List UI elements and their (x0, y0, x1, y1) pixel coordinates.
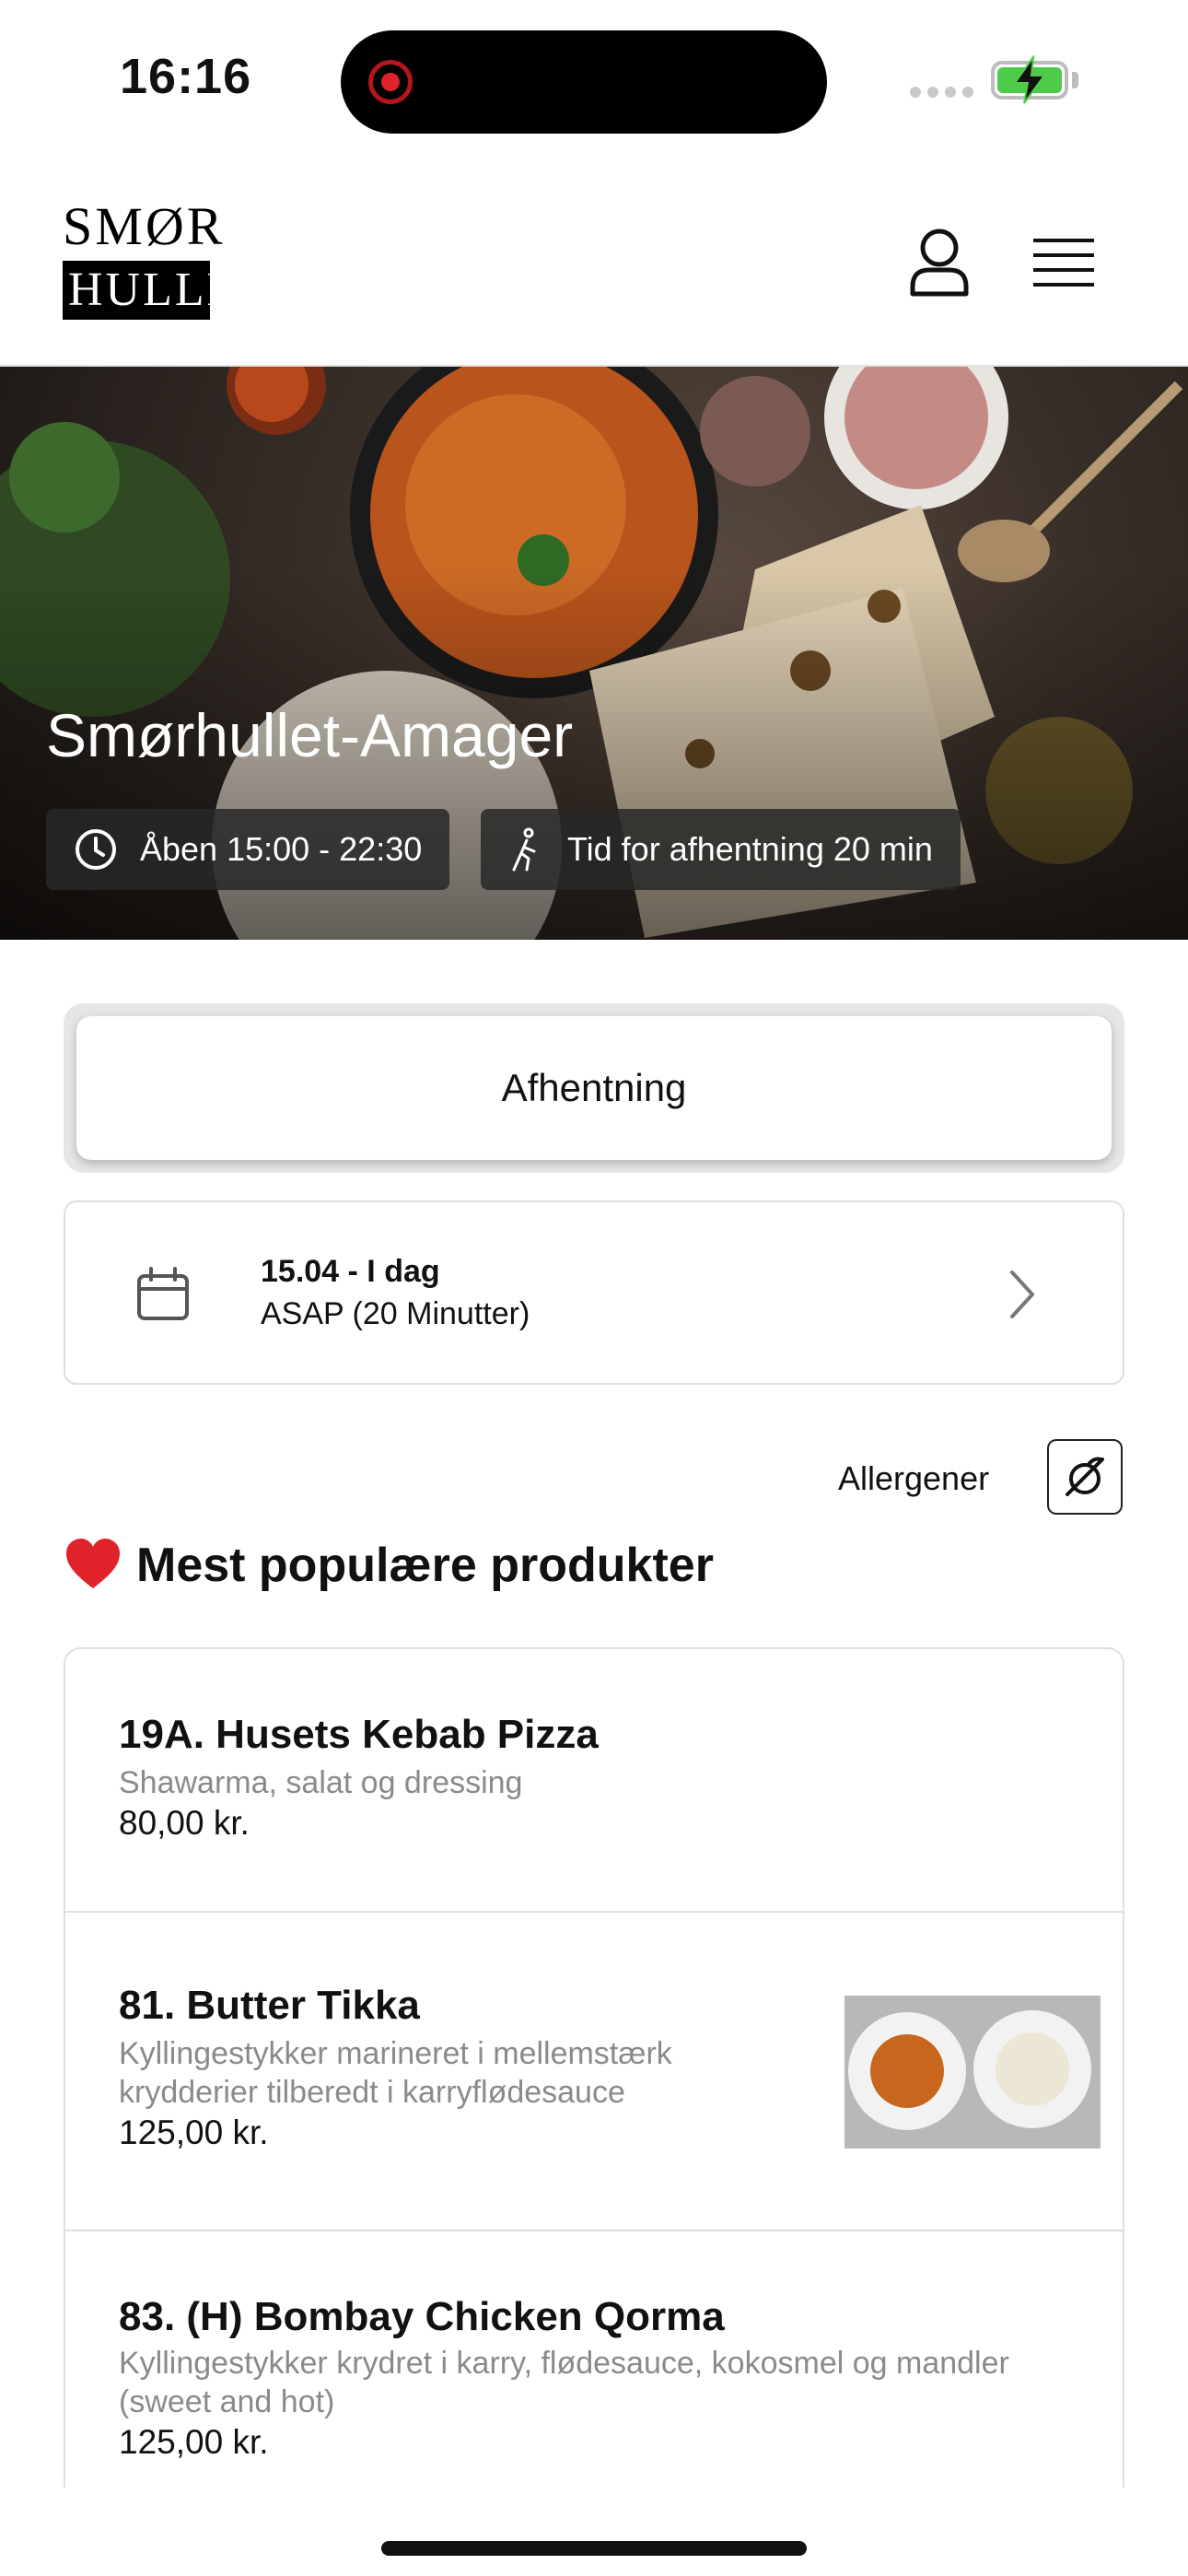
hero-banner: Smørhullet-Amager Åben 15:00 - 22:30 Tid… (0, 367, 1188, 940)
charging-bolt-icon (1013, 55, 1046, 104)
restaurant-name: Smørhullet-Amager (46, 701, 574, 769)
home-indicator[interactable] (381, 2541, 807, 2556)
allergen-icon (1066, 1457, 1104, 1496)
battery-cap (1072, 72, 1078, 88)
calendar-icon (137, 1267, 189, 1320)
product-image (844, 1996, 1101, 2149)
walking-person-icon (512, 827, 536, 872)
popular-section-title: Mest populære produkter (136, 1539, 714, 1592)
signal-icon (910, 87, 973, 98)
dynamic-island (341, 30, 827, 134)
heart-icon (66, 1539, 120, 1588)
screen-recording-icon (368, 60, 413, 104)
pickup-time-chip: Tid for afhentning 20 min (481, 809, 961, 890)
pickup-time-text: Tid for afhentning 20 min (567, 830, 933, 868)
status-bar: 16:16 (0, 0, 1188, 161)
logo-bottom-text: HULLET (63, 261, 268, 320)
schedule-selector[interactable]: 15.04 - I dag ASAP (20 Minutter) (64, 1200, 1124, 1385)
product-name: 19A. Husets Kebab Pizza (119, 1712, 599, 1757)
restaurant-logo[interactable]: SMØR HULLET (63, 196, 268, 320)
clock-icon (76, 829, 116, 870)
chevron-right-icon (1010, 1270, 1034, 1318)
opening-hours-chip: Åben 15:00 - 22:30 (46, 809, 450, 890)
product-price: 125,00 kr. (119, 2423, 269, 2461)
user-icon[interactable] (907, 228, 972, 298)
schedule-time: ASAP (20 Minutter) (261, 1296, 530, 1331)
status-time: 16:16 (120, 49, 252, 104)
allergens-button[interactable] (1047, 1439, 1123, 1515)
product-price: 80,00 kr. (119, 1804, 250, 1842)
product-name: 83. (H) Bombay Chicken Qorma (119, 2294, 725, 2339)
product-price: 125,00 kr. (119, 2113, 269, 2151)
hamburger-menu-icon[interactable] (1033, 237, 1094, 288)
product-item[interactable]: 81. Butter Tikka Kyllingestykker mariner… (65, 1913, 1123, 2231)
product-item[interactable]: 19A. Husets Kebab Pizza Shawarma, salat … (65, 1649, 1123, 1913)
popular-products-list: 19A. Husets Kebab Pizza Shawarma, salat … (64, 1647, 1124, 2488)
product-description: Kyllingestykker marineret i mellemstærk … (119, 2036, 672, 2110)
product-description: Shawarma, salat og dressing (119, 1765, 523, 1800)
app-header: SMØR HULLET (0, 161, 1188, 367)
popular-section-header: Mest populære produkter (64, 1537, 714, 1594)
allergens-label: Allergener (838, 1459, 990, 1497)
pickup-button[interactable]: Afhentning (76, 1016, 1112, 1160)
logo-top-text: SMØR (63, 196, 226, 256)
order-type-selector: Afhentning (64, 1003, 1124, 1173)
product-item[interactable]: 83. (H) Bombay Chicken Qorma Kyllingesty… (65, 2231, 1123, 2488)
schedule-date: 15.04 - I dag (261, 1254, 440, 1289)
product-name: 81. Butter Tikka (119, 1983, 420, 2028)
opening-hours-text: Åben 15:00 - 22:30 (140, 830, 423, 868)
product-description: Kyllingestykker krydret i karry, flødesa… (119, 2346, 1009, 2419)
